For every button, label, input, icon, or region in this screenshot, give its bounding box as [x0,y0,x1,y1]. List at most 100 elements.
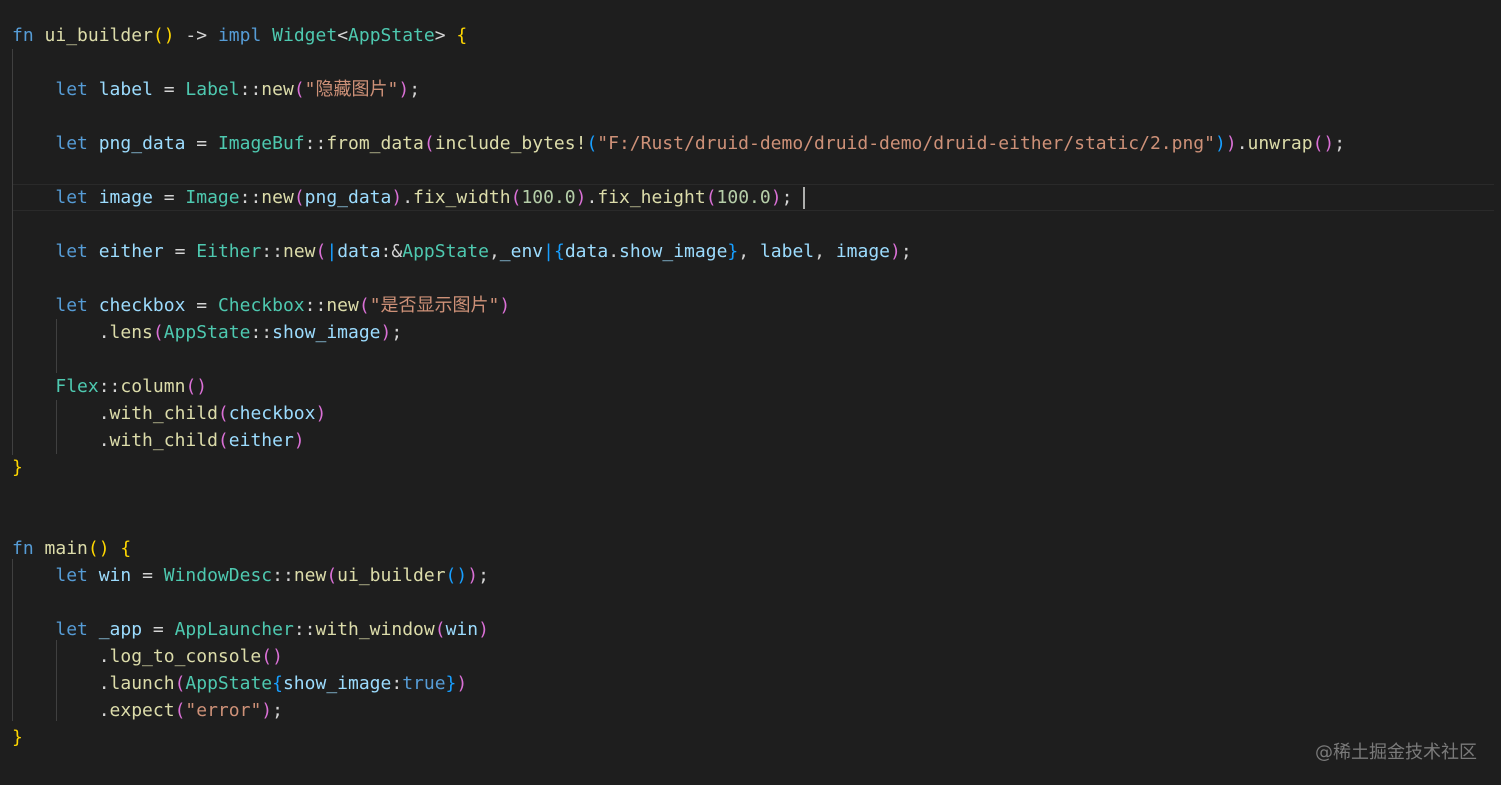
code-line: fn ui_builder() -> impl Widget<AppState>… [12,22,467,49]
code-token: :: [304,133,327,154]
code-token: 100.0 [716,187,771,208]
code-line: let _app = AppLauncher::with_window(win) [12,616,489,643]
code-token: ) [293,430,305,451]
code-token: { [272,673,283,694]
code-token: . [586,187,598,208]
code-token: . [1236,133,1248,154]
code-token: show_image [282,673,392,694]
code-token: ) [467,565,479,586]
code-token: Widget [272,25,338,46]
code-token: let [55,241,88,262]
code-token: :: [261,241,283,262]
code-token: ( [217,403,229,424]
code-token: > [434,25,457,46]
code-token: ) [478,619,489,640]
code-token: fix_height [597,187,706,208]
code-token: label [759,241,815,262]
code-token: ( [510,187,522,208]
code-token: let [55,295,88,316]
code-token: : [391,673,403,694]
code-token: AppState [185,673,273,694]
code-token: ) [398,79,410,100]
code-token: ( [174,673,186,694]
code-token: label [98,79,153,100]
code-token: ) [391,187,403,208]
code-token: AppLauncher [174,619,294,640]
code-token: ( [586,133,598,154]
code-token: let [55,79,88,100]
code-token: () [185,376,208,397]
code-token: ( [217,430,229,451]
code-token: = [142,619,175,640]
code-token: ImageBuf [217,133,305,154]
code-token: new [261,187,294,208]
code-editor[interactable]: fn ui_builder() -> impl Widget<AppState>… [0,0,1501,785]
code-token: "是否显示图片" [369,295,500,316]
code-token: ( [174,700,186,721]
code-token: | [543,241,554,262]
code-token: , [814,241,836,262]
code-token: ; [272,700,283,721]
code-line: Flex::column() [12,373,207,400]
code-token: | [326,241,338,262]
code-token: "隐藏图片" [304,79,399,100]
code-token: :: [239,187,262,208]
code-token: AppState [402,241,489,262]
code-token: ( [326,565,338,586]
code-token: { [120,538,132,559]
code-token: png_data [304,187,392,208]
code-token: . [12,430,110,451]
code-token: ) [380,322,392,343]
code-token: } [727,241,739,262]
code-token: new [282,241,316,262]
code-token: data [337,241,381,262]
code-token: () [445,565,468,586]
code-token: expect [109,700,175,721]
code-token: main [44,538,88,559]
code-token: Flex [55,376,99,397]
code-token: Image [185,187,240,208]
code-token: png_data [98,133,186,154]
code-token: :: [272,565,294,586]
code-token: () [1312,133,1335,154]
code-token: image [98,187,153,208]
code-token: ) [1215,133,1226,154]
code-token: Checkbox [217,295,305,316]
code-token: unwrap [1247,133,1313,154]
code-token: AppState [163,322,251,343]
code-token: :: [250,322,273,343]
code-token: ( [705,187,717,208]
code-token: , [488,241,500,262]
code-token: column [120,376,186,397]
code-token: :& [380,241,403,262]
code-token: ) [261,700,273,721]
code-token: data [564,241,609,262]
code-line: let win = WindowDesc::new(ui_builder()); [12,562,489,589]
code-token: Either [196,241,262,262]
code-token: ) [575,187,587,208]
code-token: from_data [326,133,424,154]
code-token: ( [358,295,370,316]
code-token: show_image [272,322,381,343]
code-token: either [98,241,164,262]
code-token: win [98,565,132,586]
code-token: new [261,79,294,100]
code-token: checkbox [228,403,316,424]
code-line: let png_data = ImageBuf::from_data(inclu… [12,130,1345,157]
code-line: .with_child(either) [12,427,305,454]
code-token: ( [152,322,164,343]
code-token: = [152,79,186,100]
code-token: = [185,133,218,154]
code-token: image [835,241,890,262]
code-token: () [87,538,110,559]
code-line: .expect("error"); [12,697,283,724]
code-token: checkbox [98,295,186,316]
